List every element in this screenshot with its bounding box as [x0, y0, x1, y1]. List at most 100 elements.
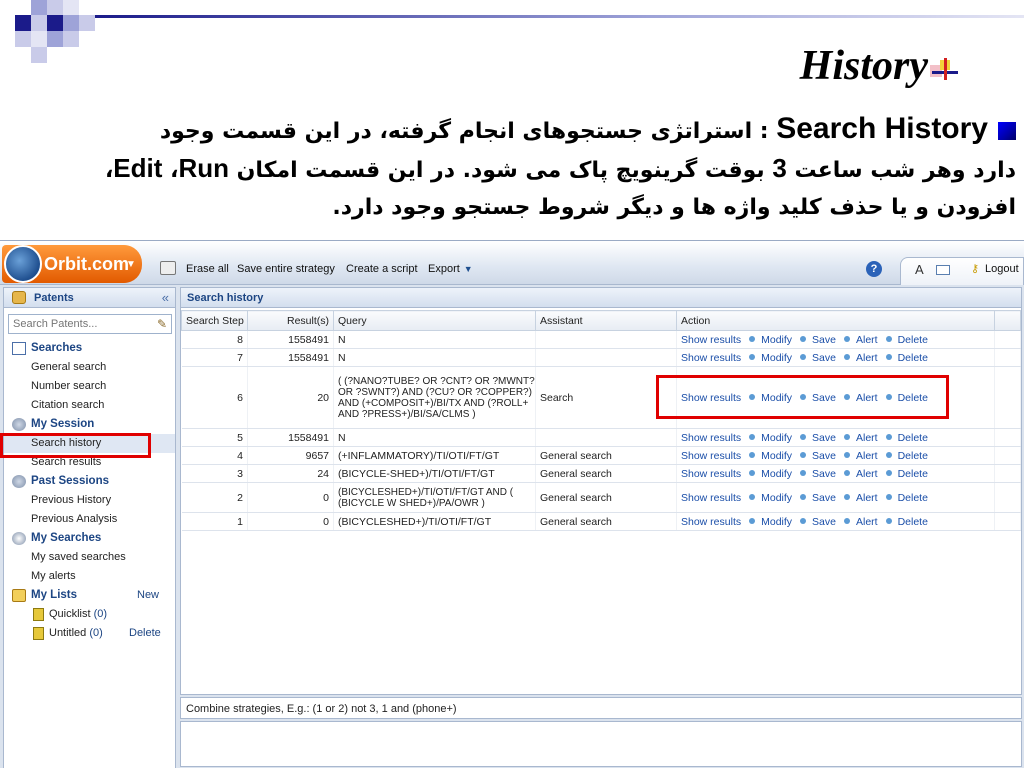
alert-link[interactable]: Alert	[856, 450, 878, 462]
delete-link[interactable]: Delete	[898, 516, 928, 528]
show-results-link[interactable]: Show results	[681, 450, 741, 462]
sidebar-item-general-search[interactable]: General search	[4, 358, 175, 377]
modify-link[interactable]: Modify	[761, 450, 792, 462]
title-ornament-icon	[930, 58, 958, 80]
modify-link[interactable]: Modify	[761, 516, 792, 528]
sidebar-section-past-sessions[interactable]: Past Sessions	[4, 472, 175, 491]
orbit-app: Orbit.com ▼ Erase all Save entire strate…	[0, 240, 1024, 768]
font-size-icon[interactable]: A	[915, 262, 924, 277]
mail-icon[interactable]	[936, 265, 950, 275]
search-patents-field[interactable]: ✎	[8, 314, 172, 334]
list-item-untitled[interactable]: Untitled (0) Delete	[4, 624, 175, 643]
bullet-dot-icon	[800, 433, 807, 440]
heading-search-history: Search History	[776, 112, 988, 145]
delete-link[interactable]: Delete	[898, 352, 928, 364]
save-link[interactable]: Save	[812, 432, 836, 444]
modify-link[interactable]: Modify	[761, 432, 792, 444]
extra-cell	[994, 330, 1021, 349]
sidebar-section-my-session[interactable]: My Session	[4, 415, 175, 434]
save-strategy-button[interactable]: Save entire strategy	[237, 263, 335, 275]
bullet-dot-icon	[843, 517, 850, 524]
show-results-link[interactable]: Show results	[681, 492, 741, 504]
create-script-button[interactable]: Create a script	[346, 263, 418, 275]
save-link[interactable]: Save	[812, 516, 836, 528]
delete-link[interactable]: Delete	[898, 468, 928, 480]
results-cell: 9657	[247, 446, 334, 465]
alert-link[interactable]: Alert	[856, 516, 878, 528]
sidebar-item-label: Number search	[31, 380, 107, 392]
sidebar-item-label: Citation search	[31, 399, 105, 411]
action-cell: Show results Modify Save Alert Delete	[676, 464, 995, 483]
bullet-dot-icon	[843, 469, 850, 476]
sidebar-section-my-searches[interactable]: My Searches	[4, 529, 175, 548]
sidebar-item-number-search[interactable]: Number search	[4, 377, 175, 396]
logout-link[interactable]: Logout	[985, 263, 1019, 275]
show-results-link[interactable]: Show results	[681, 468, 741, 480]
erase-all-button[interactable]: Erase all	[186, 263, 229, 275]
modify-link[interactable]: Modify	[761, 492, 792, 504]
column-header-query[interactable]: Query	[333, 310, 536, 331]
modify-link[interactable]: Modify	[761, 352, 792, 364]
show-results-link[interactable]: Show results	[681, 334, 741, 346]
sidebar-section-my-lists[interactable]: My Lists New	[4, 586, 175, 605]
help-icon[interactable]: ?	[866, 261, 882, 277]
show-results-link[interactable]: Show results	[681, 352, 741, 364]
wand-icon[interactable]: ✎	[157, 317, 167, 331]
show-results-link[interactable]: Show results	[681, 516, 741, 528]
sidebar-item-citation-search[interactable]: Citation search	[4, 396, 175, 415]
modify-link[interactable]: Modify	[761, 334, 792, 346]
save-link[interactable]: Save	[812, 352, 836, 364]
collapse-icon[interactable]: «	[162, 290, 169, 305]
column-header-results[interactable]: Result(s)	[247, 310, 334, 331]
save-link[interactable]: Save	[812, 492, 836, 504]
orbit-logo-menu[interactable]: Orbit.com ▼	[2, 245, 142, 283]
bullet-dot-icon	[885, 433, 892, 440]
show-results-link[interactable]: Show results	[681, 432, 741, 444]
query-cell: ( (?NANO?TUBE? OR ?CNT? OR ?MWNT? OR ?SW…	[333, 366, 536, 429]
sidebar-item-label: Previous Analysis	[31, 513, 118, 525]
print-icon[interactable]	[160, 261, 176, 275]
extra-cell	[994, 348, 1021, 367]
save-link[interactable]: Save	[812, 450, 836, 462]
new-list-link[interactable]: New	[137, 589, 159, 601]
modify-link[interactable]: Modify	[761, 468, 792, 480]
combine-strategies-input[interactable]	[180, 721, 1022, 767]
bullet-dot-icon	[885, 517, 892, 524]
bullet-dot-icon	[885, 335, 892, 342]
alert-link[interactable]: Alert	[856, 334, 878, 346]
sidebar-item-my-alerts[interactable]: My alerts	[4, 567, 175, 586]
column-header-step[interactable]: Search Step	[181, 310, 248, 331]
assistant-cell	[535, 428, 677, 447]
alert-link[interactable]: Alert	[856, 492, 878, 504]
alert-link[interactable]: Alert	[856, 352, 878, 364]
sidebar-item-previous-analysis[interactable]: Previous Analysis	[4, 510, 175, 529]
list-item-quicklist[interactable]: Quicklist (0)	[4, 605, 175, 624]
step-cell: 8	[181, 330, 248, 349]
delete-link[interactable]: Delete	[898, 450, 928, 462]
delete-link[interactable]: Delete	[898, 334, 928, 346]
export-button[interactable]: Export ▼	[428, 263, 473, 275]
step-cell: 6	[181, 366, 248, 429]
save-link[interactable]: Save	[812, 468, 836, 480]
paragraph-line-3: افزودن و یا حذف کلید واژه ها و دیگر شروط…	[332, 195, 1016, 220]
assistant-cell: General search	[535, 482, 677, 513]
step-cell: 4	[181, 446, 248, 465]
sidebar-item-previous-history[interactable]: Previous History	[4, 491, 175, 510]
save-link[interactable]: Save	[812, 334, 836, 346]
action-cell: Show results Modify Save Alert Delete	[676, 330, 995, 349]
query-cell: (BICYCLE-SHED+)/TI/OTI/FT/GT	[333, 464, 536, 483]
alert-link[interactable]: Alert	[856, 432, 878, 444]
sidebar-item-label: My saved searches	[31, 551, 126, 563]
alert-link[interactable]: Alert	[856, 468, 878, 480]
column-header-assistant[interactable]: Assistant	[535, 310, 677, 331]
sidebar-section-searches[interactable]: Searches	[4, 339, 175, 358]
extra-cell	[994, 446, 1021, 465]
delete-list-link[interactable]: Delete	[129, 627, 161, 639]
sidebar-item-my-saved-searches[interactable]: My saved searches	[4, 548, 175, 567]
column-header-action[interactable]: Action	[676, 310, 995, 331]
delete-link[interactable]: Delete	[898, 492, 928, 504]
paragraph-line-1: Search History : استراتژی جستجوهای انجام…	[8, 110, 1016, 150]
delete-link[interactable]: Delete	[898, 432, 928, 444]
search-patents-input[interactable]	[9, 315, 149, 333]
extra-cell	[994, 512, 1021, 531]
